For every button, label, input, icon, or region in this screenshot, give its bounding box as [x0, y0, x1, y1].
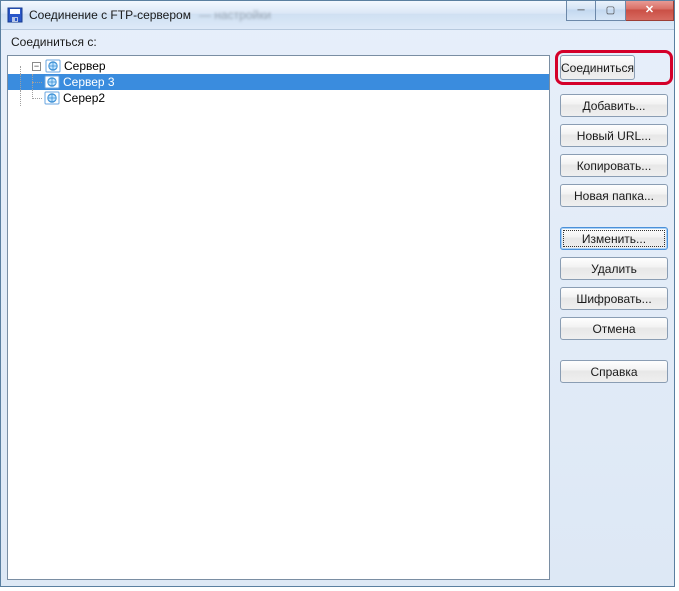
server-tree[interactable]: − Сервер: [7, 55, 550, 580]
help-button[interactable]: Справка: [560, 360, 668, 383]
edit-button[interactable]: Изменить...: [560, 227, 668, 250]
maximize-icon: ▢: [606, 6, 615, 16]
tree-root-item[interactable]: − Сервер: [8, 58, 549, 74]
maximize-button[interactable]: ▢: [596, 1, 626, 21]
copy-button[interactable]: Копировать...: [560, 154, 668, 177]
tree-child-label: Серер2: [63, 91, 111, 105]
window-title-blurred: — настройки: [199, 8, 271, 22]
new-url-button[interactable]: Новый URL...: [560, 124, 668, 147]
connect-button[interactable]: Соединиться: [560, 55, 635, 80]
app-disk-icon: [7, 7, 23, 23]
close-icon: ✕: [645, 5, 654, 16]
delete-button[interactable]: Удалить: [560, 257, 668, 280]
tree-child-label: Сервер 3: [63, 75, 121, 89]
connect-button-highlight: Соединиться: [555, 50, 673, 85]
titlebar[interactable]: Соединение с FTP-сервером — настройки ─ …: [1, 1, 674, 30]
main-row: − Сервер: [7, 55, 668, 580]
server-icon: [45, 58, 61, 74]
close-button[interactable]: ✕: [626, 1, 674, 21]
dialog-window: Соединение с FTP-сервером — настройки ─ …: [0, 0, 675, 587]
minimize-button[interactable]: ─: [566, 1, 596, 21]
spacer: [560, 214, 668, 220]
tree-lines: [12, 90, 44, 106]
tree-lines: [12, 58, 32, 74]
encrypt-button[interactable]: Шифровать...: [560, 287, 668, 310]
window-controls: ─ ▢ ✕: [566, 1, 674, 21]
minimize-icon: ─: [577, 6, 584, 16]
server-icon: [44, 74, 60, 90]
expander-minus-icon[interactable]: −: [32, 62, 41, 71]
server-icon: [44, 90, 60, 106]
new-folder-button[interactable]: Новая папка...: [560, 184, 668, 207]
tree-lines: [12, 74, 44, 90]
tree-root-label: Сервер: [64, 59, 112, 73]
client-area: Соединиться с: − Сервер: [7, 35, 668, 580]
spacer: [560, 347, 668, 353]
button-column: Соединиться Добавить... Новый URL... Коп…: [560, 55, 668, 580]
window-title: Соединение с FTP-сервером: [29, 8, 191, 22]
cancel-button[interactable]: Отмена: [560, 317, 668, 340]
tree-child-item[interactable]: Сервер 3: [8, 74, 549, 90]
add-button[interactable]: Добавить...: [560, 94, 668, 117]
tree-child-item[interactable]: Серер2: [8, 90, 549, 106]
